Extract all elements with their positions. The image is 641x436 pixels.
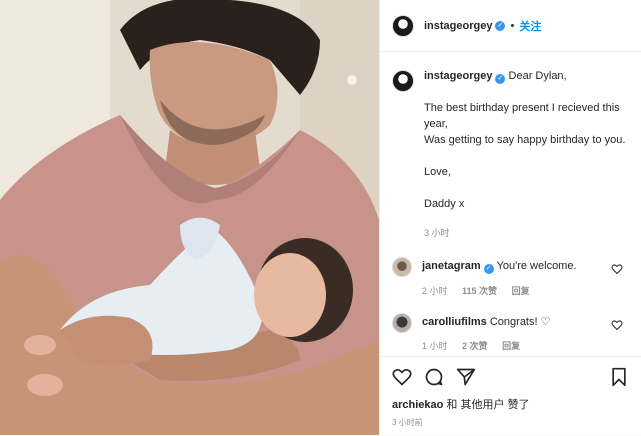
- caption-line-5: Daddy x: [424, 198, 465, 210]
- reply-button[interactable]: 回复: [502, 341, 520, 351]
- likes-rest[interactable]: 和 其他用户 赞了: [443, 399, 529, 411]
- avatar[interactable]: [392, 257, 412, 277]
- comment-time[interactable]: 2 小时: [422, 286, 448, 296]
- heart-icon[interactable]: [392, 367, 412, 387]
- separator-dot: •: [510, 19, 515, 32]
- comment-likes[interactable]: 2 次赞: [462, 341, 488, 351]
- caption-line-2: The best birthday present I recieved thi…: [424, 102, 620, 130]
- post-modal: instageorgey ✓ • 关注 instageorgey ✓ Dear D…: [0, 0, 641, 435]
- post-photo[interactable]: [0, 0, 379, 435]
- avatar[interactable]: [392, 14, 414, 37]
- comment-username[interactable]: janetagram: [422, 260, 481, 272]
- caption-line-1: Dear Dylan,: [508, 70, 567, 82]
- likes-username[interactable]: archiekao: [392, 399, 443, 411]
- post-header: instageorgey ✓ • 关注: [380, 0, 641, 52]
- post-caption: instageorgey ✓ Dear Dylan, The best birth…: [392, 68, 633, 241]
- comment-time[interactable]: 1 小时: [422, 341, 448, 351]
- follow-button[interactable]: 关注: [519, 18, 541, 34]
- share-icon[interactable]: [456, 367, 476, 387]
- caption-username[interactable]: instageorgey: [424, 70, 492, 82]
- verified-badge-icon: ✓: [495, 74, 506, 84]
- caption-line-4: Love,: [424, 166, 451, 178]
- post-side-panel: instageorgey ✓ • 关注 instageorgey ✓ Dear D…: [379, 0, 641, 435]
- likes-summary: archiekao 和 其他用户 赞了: [392, 396, 629, 412]
- comment-likes[interactable]: 115 次赞: [462, 286, 497, 296]
- post-actions: archiekao 和 其他用户 赞了 3 小时前: [380, 356, 641, 436]
- like-comment-heart-icon[interactable]: [611, 263, 623, 275]
- bookmark-icon[interactable]: [609, 367, 629, 387]
- avatar[interactable]: [392, 313, 412, 333]
- verified-badge-icon: ✓: [495, 20, 506, 31]
- post-time-ago[interactable]: 3 小时前: [392, 417, 629, 428]
- comment-text: Congrats! ♡: [489, 316, 551, 328]
- verified-badge-icon: ✓: [483, 264, 494, 274]
- avatar[interactable]: [392, 70, 414, 92]
- photo-illustration: [0, 0, 379, 435]
- comment-username[interactable]: carolliufilms: [422, 316, 487, 328]
- comment-item: carolliufilms Congrats! ♡ 1 小时 2 次赞 回复: [392, 313, 631, 352]
- comment-icon[interactable]: [424, 367, 444, 387]
- caption-time[interactable]: 3 小时: [424, 225, 629, 241]
- like-comment-heart-icon[interactable]: [611, 319, 623, 331]
- comment-item: janetagram ✓ You're welcome. 2 小时 115 次赞 …: [392, 257, 631, 297]
- caption-line-3: Was getting to say happy birthday to you…: [424, 134, 626, 146]
- reply-button[interactable]: 回复: [512, 286, 530, 296]
- author-username[interactable]: instageorgey: [424, 20, 492, 32]
- comment-text: You're welcome.: [496, 260, 577, 272]
